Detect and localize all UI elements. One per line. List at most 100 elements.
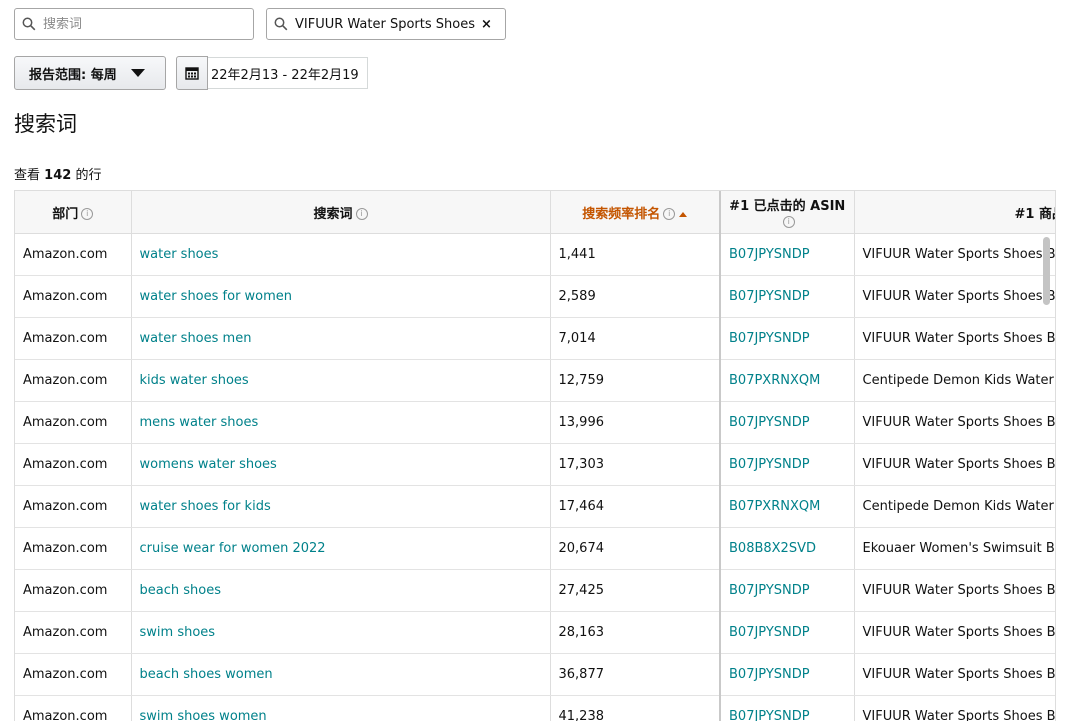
cell-department: Amazon.com [15,485,132,528]
cell-department: Amazon.com [15,359,132,402]
asin-link[interactable]: B07JPYSNDP [720,569,855,612]
cell-product: VIFUUR Water Sports Shoes Barefoot [854,443,1055,486]
table-row: Amazon.com water shoes 1,441 B07JPYSNDP VIFU… [15,233,1055,276]
search-icon [267,17,295,31]
sort-ascending-icon [679,211,688,217]
cell-rank: 13,996 [550,401,721,444]
table-scrollbar[interactable] [1043,237,1050,305]
cell-rank: 27,425 [550,569,721,612]
row-count: 查看 142 的行 [14,164,101,183]
date-range-picker[interactable]: 22年2月13 - 22年2月19 [176,56,368,90]
cell-department: Amazon.com [15,233,132,276]
header-search-frequency-rank[interactable]: 搜索频率排名 i [550,191,721,234]
clear-icon[interactable]: × [481,17,492,32]
asin-link[interactable]: B07JPYSNDP [720,695,855,721]
cell-rank: 17,464 [550,485,721,528]
cell-product: VIFUUR Water Sports Shoes Barefoot [854,653,1055,696]
header-clicked-asin[interactable]: #1 已点击的 ASIN i [720,191,855,234]
cell-department: Amazon.com [15,401,132,444]
table-row: Amazon.com swim shoes 28,163 B07JPYSNDP VIFU… [15,611,1055,654]
cell-product: VIFUUR Water Sports Shoes Barefoot [854,275,1055,318]
asin-link[interactable]: B07JPYSNDP [720,443,855,486]
asin-input[interactable] [295,16,479,32]
cell-department: Amazon.com [15,653,132,696]
cell-rank: 1,441 [550,233,721,276]
search-term-link[interactable]: beach shoes women [131,653,551,696]
cell-department: Amazon.com [15,275,132,318]
asin-link[interactable]: B07PXRNXQM [720,485,855,528]
asin-link[interactable]: B08B8X2SVD [720,527,855,570]
table-row: Amazon.com mens water shoes 13,996 B07JPYSN… [15,401,1055,444]
report-range-dropdown[interactable]: 报告范围: 每周 [14,56,166,90]
table-row: Amazon.com cruise wear for women 2022 20,6… [15,527,1055,570]
search-term-link[interactable]: womens water shoes [131,443,551,486]
cell-rank: 20,674 [550,527,721,570]
row-count-value: 142 [44,168,72,183]
search-term-filter[interactable] [14,8,254,40]
header-department[interactable]: 部门 i [15,191,132,234]
cell-rank: 41,238 [550,695,721,721]
cell-rank: 36,877 [550,653,721,696]
search-term-link[interactable]: swim shoes [131,611,551,654]
info-icon[interactable]: i [81,208,94,220]
cell-product: Centipede Demon Kids Water Shoes [854,359,1055,402]
asin-link[interactable]: B07JPYSNDP [720,317,855,360]
asin-link[interactable]: B07JPYSNDP [720,233,855,276]
cell-department: Amazon.com [15,443,132,486]
cell-product: VIFUUR Water Sports Shoes Barefoot [854,569,1055,612]
cell-product: VIFUUR Water Sports Shoes Barefoot [854,695,1055,721]
search-term-link[interactable]: mens water shoes [131,401,551,444]
search-term-link[interactable]: water shoes [131,233,551,276]
table-body: Amazon.com water shoes 1,441 B07JPYSNDP VIFU… [15,233,1055,721]
caret-down-icon [130,69,145,77]
table-row: Amazon.com water shoes for kids 17,464 B07P… [15,485,1055,528]
info-icon[interactable]: i [782,215,795,228]
search-term-link[interactable]: beach shoes [131,569,551,612]
search-terms-table: 部门i 搜索词i 搜索频率排名i #1 已点击的 ASINi #1 商品 Ama… [14,190,1056,721]
table-header-row: 部门i 搜索词i 搜索频率排名i #1 已点击的 ASINi #1 商品 [15,191,1055,234]
cell-product: VIFUUR Water Sports Shoes Barefoot [854,611,1055,654]
asin-link[interactable]: B07JPYSNDP [720,275,855,318]
cell-product: Ekouaer Women's Swimsuit Beach [854,527,1055,570]
table-row: Amazon.com womens water shoes 17,303 B07JPY… [15,443,1055,486]
asin-link[interactable]: B07JPYSNDP [720,653,855,696]
calendar-icon[interactable] [176,56,208,90]
cell-product: VIFUUR Water Sports Shoes Barefoot [854,233,1055,276]
search-term-link[interactable]: kids water shoes [131,359,551,402]
cell-product: Centipede Demon Kids Water Shoes [854,485,1055,528]
row-count-prefix: 查看 [14,168,41,183]
search-term-link[interactable]: water shoes for kids [131,485,551,528]
info-icon[interactable]: i [663,208,676,220]
table-row: Amazon.com water shoes men 7,014 B07JPYSNDP… [15,317,1055,360]
table-row: Amazon.com kids water shoes 12,759 B07PXRNX… [15,359,1055,402]
cell-department: Amazon.com [15,527,132,570]
header-search-term[interactable]: 搜索词 i [131,191,551,234]
report-range-label: 报告范围: 每周 [29,67,117,83]
search-input[interactable] [43,16,223,32]
search-term-link[interactable]: swim shoes women [131,695,551,721]
cell-rank: 28,163 [550,611,721,654]
search-term-link[interactable]: water shoes men [131,317,551,360]
search-term-link[interactable]: cruise wear for women 2022 [131,527,551,570]
cell-department: Amazon.com [15,695,132,721]
cell-product: VIFUUR Water Sports Shoes Barefoot [854,401,1055,444]
cell-product: VIFUUR Water Sports Shoes Barefoot [854,317,1055,360]
asin-filter[interactable]: × [266,8,506,40]
table-row: Amazon.com beach shoes 27,425 B07JPYSNDP VIF… [15,569,1055,612]
cell-rank: 2,589 [550,275,721,318]
row-count-suffix: 的行 [75,168,102,183]
cell-department: Amazon.com [15,611,132,654]
date-range-input[interactable]: 22年2月13 - 22年2月19 [208,57,368,89]
cell-rank: 12,759 [550,359,721,402]
header-product[interactable]: #1 商品 [854,191,1055,234]
asin-link[interactable]: B07JPYSNDP [720,611,855,654]
info-icon[interactable]: i [355,208,368,220]
page-title: 搜索词 [14,112,77,136]
asin-link[interactable]: B07JPYSNDP [720,401,855,444]
cell-rank: 17,303 [550,443,721,486]
search-icon [15,17,43,31]
cell-rank: 7,014 [550,317,721,360]
table-row: Amazon.com beach shoes women 36,877 B07JPYS… [15,653,1055,696]
asin-link[interactable]: B07PXRNXQM [720,359,855,402]
search-term-link[interactable]: water shoes for women [131,275,551,318]
